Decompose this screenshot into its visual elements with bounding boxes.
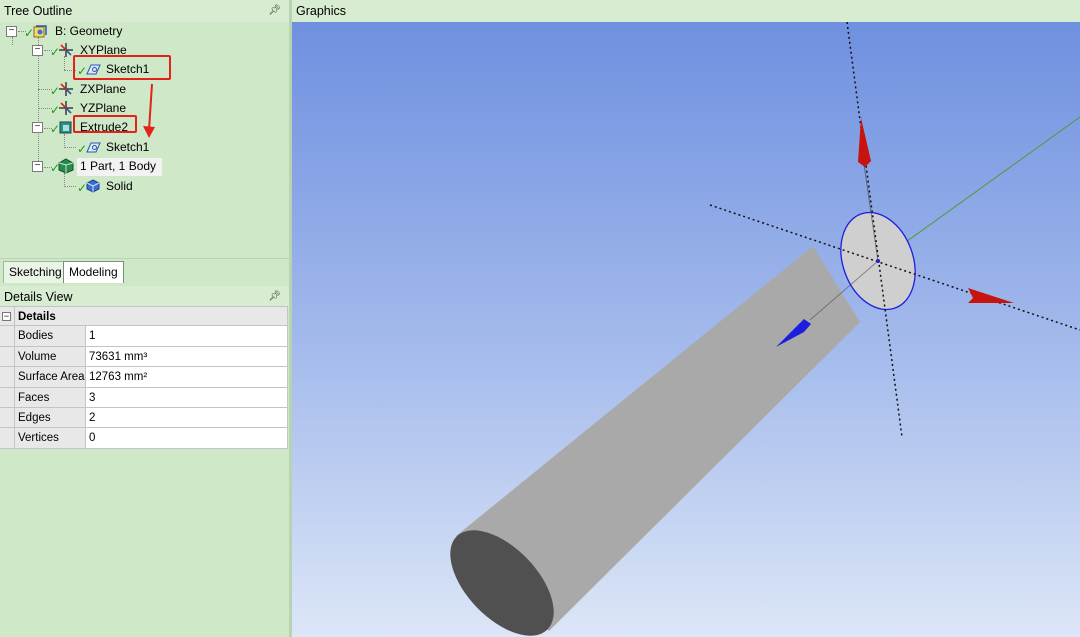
details-view-title: Details View (4, 290, 73, 304)
details-key: Surface Area (14, 367, 86, 387)
collapse-icon[interactable]: − (32, 45, 43, 56)
sketch-icon (86, 142, 101, 153)
annotation-arrow-icon (143, 83, 155, 138)
tab-sketching[interactable]: Sketching (3, 261, 68, 283)
details-row[interactable]: Edges 2 (0, 407, 288, 429)
graphics-header: Graphics (292, 0, 1080, 22)
solid-body-icon (86, 179, 100, 193)
highlight-box-extrude2 (73, 115, 137, 133)
tree-outline-header: Tree Outline 📌︎ (0, 0, 289, 22)
plane-axis-icon (59, 82, 73, 96)
details-value: 0 (86, 428, 288, 448)
plane-axis-icon (59, 101, 73, 115)
plane-axis-icon (59, 43, 73, 57)
details-row[interactable]: Volume 73631 mm³ (0, 346, 288, 368)
details-key: Faces (14, 387, 86, 407)
details-value: 1 (86, 326, 288, 346)
viewport-background (292, 22, 1080, 637)
tree-outline-title: Tree Outline (4, 4, 73, 18)
details-row[interactable]: Surface Area 12763 mm² (0, 367, 288, 388)
details-row[interactable]: Vertices 0 (0, 428, 288, 449)
details-key: Vertices (14, 428, 86, 448)
details-row[interactable]: Bodies 1 (0, 326, 288, 347)
collapse-icon[interactable]: − (6, 26, 17, 37)
geometry-icon (33, 25, 47, 38)
details-key: Volume (14, 346, 86, 367)
left-panel: Tree Outline 📌︎ − ✓ B: Geometry − ✓ XYPl… (0, 0, 289, 637)
pin-icon[interactable]: 📌︎ (268, 0, 281, 22)
details-value: 12763 mm² (86, 367, 288, 387)
extrude-icon (59, 121, 72, 134)
collapse-icon[interactable]: − (32, 122, 43, 133)
details-group-row[interactable]: − Details (0, 306, 288, 327)
details-key: Edges (14, 407, 86, 428)
details-value: 2 (86, 407, 288, 428)
graphics-title: Graphics (296, 4, 347, 18)
tab-modeling[interactable]: Modeling (63, 261, 124, 283)
details-table: − Details Bodies 1 Volume 73631 mm³ Surfac… (0, 306, 288, 449)
scene-canvas[interactable] (292, 22, 1080, 637)
collapse-icon[interactable]: − (32, 161, 43, 172)
tree-node-zxplane[interactable]: ✓ ZXPlane (0, 81, 200, 98)
highlight-box-sketch1 (73, 55, 171, 80)
tree-node-label: B: Geometry (55, 24, 123, 38)
tree-outline: − ✓ B: Geometry − ✓ XYPlane ✓ Sketch1 ✓ … (0, 22, 289, 258)
tree-node-parts[interactable]: − ✓ 1 Part, 1 Body (0, 158, 200, 175)
details-group-label: Details (14, 307, 288, 326)
details-key: Bodies (14, 326, 86, 346)
tree-node-geometry[interactable]: − ✓ B: Geometry (0, 23, 200, 40)
collapse-icon[interactable]: − (2, 312, 11, 321)
graphics-viewport[interactable] (292, 22, 1080, 637)
details-value: 73631 mm³ (86, 346, 288, 367)
pin-icon[interactable]: 📌︎ (268, 286, 281, 308)
tab-bar: Sketching Modeling (0, 258, 289, 284)
tree-node-label: 1 Part, 1 Body (80, 159, 157, 173)
tree-node-label: Solid (106, 179, 133, 193)
details-value: 3 (86, 387, 288, 407)
tree-node-solid[interactable]: ✓ Solid (0, 178, 200, 195)
details-view-header: Details View 📌︎ (0, 286, 289, 308)
tree-node-sketch1-extrude[interactable]: ✓ Sketch1 (0, 139, 200, 156)
part-body-icon (58, 158, 74, 174)
details-row[interactable]: Faces 3 (0, 387, 288, 408)
tree-node-label: ZXPlane (80, 82, 127, 96)
